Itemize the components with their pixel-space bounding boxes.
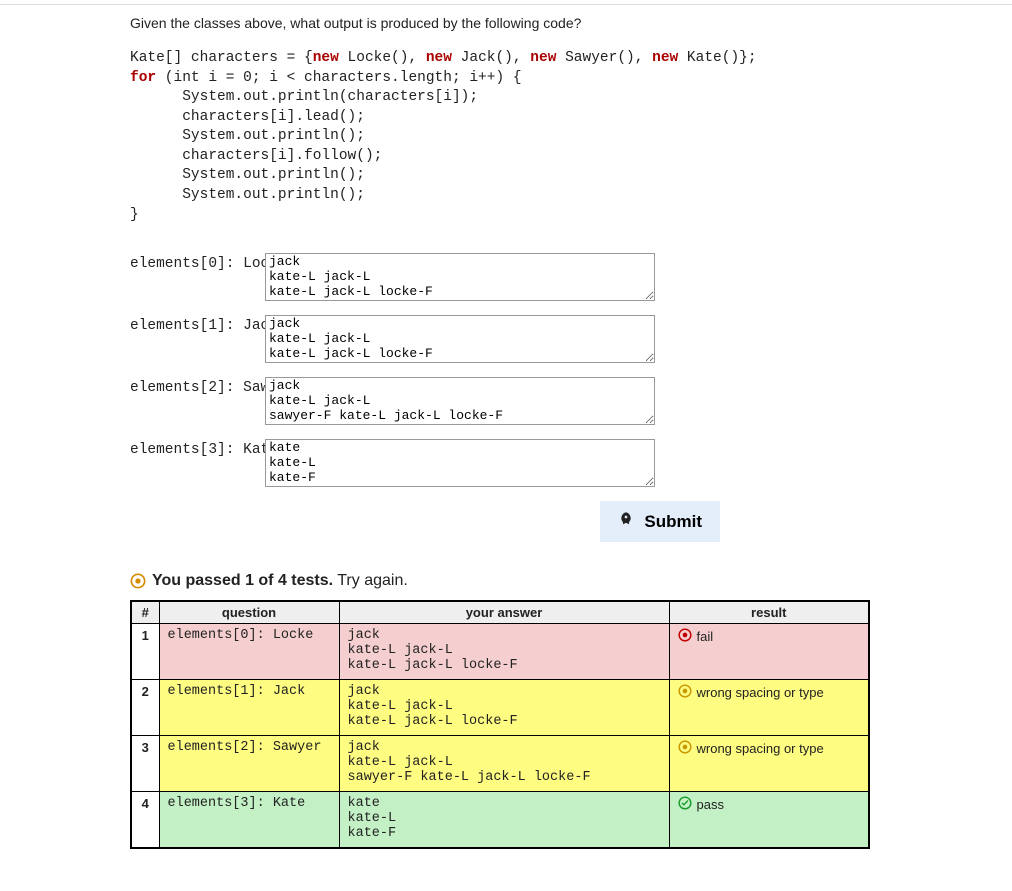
answer-input-field[interactable] [265,253,655,301]
answer-input-field[interactable] [265,377,655,425]
answer-inputs-area: elements[0]: Locke elements[1]: Jack eleme… [130,253,900,487]
result-summary-rest: Try again. [333,572,408,589]
fail-bullseye-icon [678,628,692,645]
table-cell-result: wrong spacing or type [669,736,869,792]
answer-input-field[interactable] [265,315,655,363]
table-cell-result: fail [669,624,869,680]
check-circle-icon [678,796,692,813]
submit-row: Submit [130,501,900,542]
result-status-text: wrong spacing or type [697,741,824,756]
answer-input-field[interactable] [265,439,655,487]
table-cell-question: elements[1]: Jack [159,680,339,736]
table-cell-answer: jack kate-L jack-L sawyer-F kate-L jack-… [339,736,669,792]
result-status-text: pass [697,797,724,812]
results-header-answer: your answer [339,601,669,624]
table-cell-result: wrong spacing or type [669,680,869,736]
table-row: 2elements[1]: Jackjack kate-L jack-L kat… [131,680,869,736]
result-summary: You passed 1 of 4 tests. Try again. [130,572,900,590]
question-container: Given the classes above, what output is … [0,5,900,879]
answer-input-label: elements[2]: Sawyer [130,377,265,399]
answer-input-label: elements[1]: Jack [130,315,265,337]
results-header-question: question [159,601,339,624]
rocket-icon [618,511,634,532]
answer-input-label: elements[0]: Locke [130,253,265,275]
table-row: 3elements[2]: Sawyerjack kate-L jack-L s… [131,736,869,792]
results-table: # question your answer result 1elements[… [130,600,870,849]
table-row: 1elements[0]: Lockejack kate-L jack-L ka… [131,624,869,680]
warn-bullseye-icon [678,684,692,701]
table-row-number: 3 [131,736,159,792]
answer-input-row: elements[2]: Sawyer [130,377,900,425]
results-header-num: # [131,601,159,624]
submit-button[interactable]: Submit [600,501,720,542]
table-row-number: 1 [131,624,159,680]
result-status-text: fail [697,629,714,644]
submit-button-label: Submit [644,512,702,532]
table-cell-answer: jack kate-L jack-L kate-L jack-L locke-F [339,680,669,736]
table-cell-question: elements[0]: Locke [159,624,339,680]
answer-input-row: elements[0]: Locke [130,253,900,301]
table-cell-question: elements[3]: Kate [159,792,339,849]
result-summary-strong: You passed 1 of 4 tests. [152,572,333,589]
results-header-result: result [669,601,869,624]
bullseye-icon [130,573,146,589]
table-cell-answer: kate kate-L kate-F [339,792,669,849]
table-cell-answer: jack kate-L jack-L kate-L jack-L locke-F [339,624,669,680]
table-row-number: 2 [131,680,159,736]
question-code: Kate[] characters = {new Locke(), new Ja… [130,49,900,225]
answer-input-row: elements[3]: Kate [130,439,900,487]
answer-input-label: elements[3]: Kate [130,439,265,461]
table-cell-question: elements[2]: Sawyer [159,736,339,792]
table-cell-result: pass [669,792,869,849]
answer-input-row: elements[1]: Jack [130,315,900,363]
result-status-text: wrong spacing or type [697,685,824,700]
warn-bullseye-icon [678,740,692,757]
question-prompt: Given the classes above, what output is … [130,15,900,31]
table-row: 4elements[3]: Katekate kate-L kate-F pass [131,792,869,849]
table-row-number: 4 [131,792,159,849]
